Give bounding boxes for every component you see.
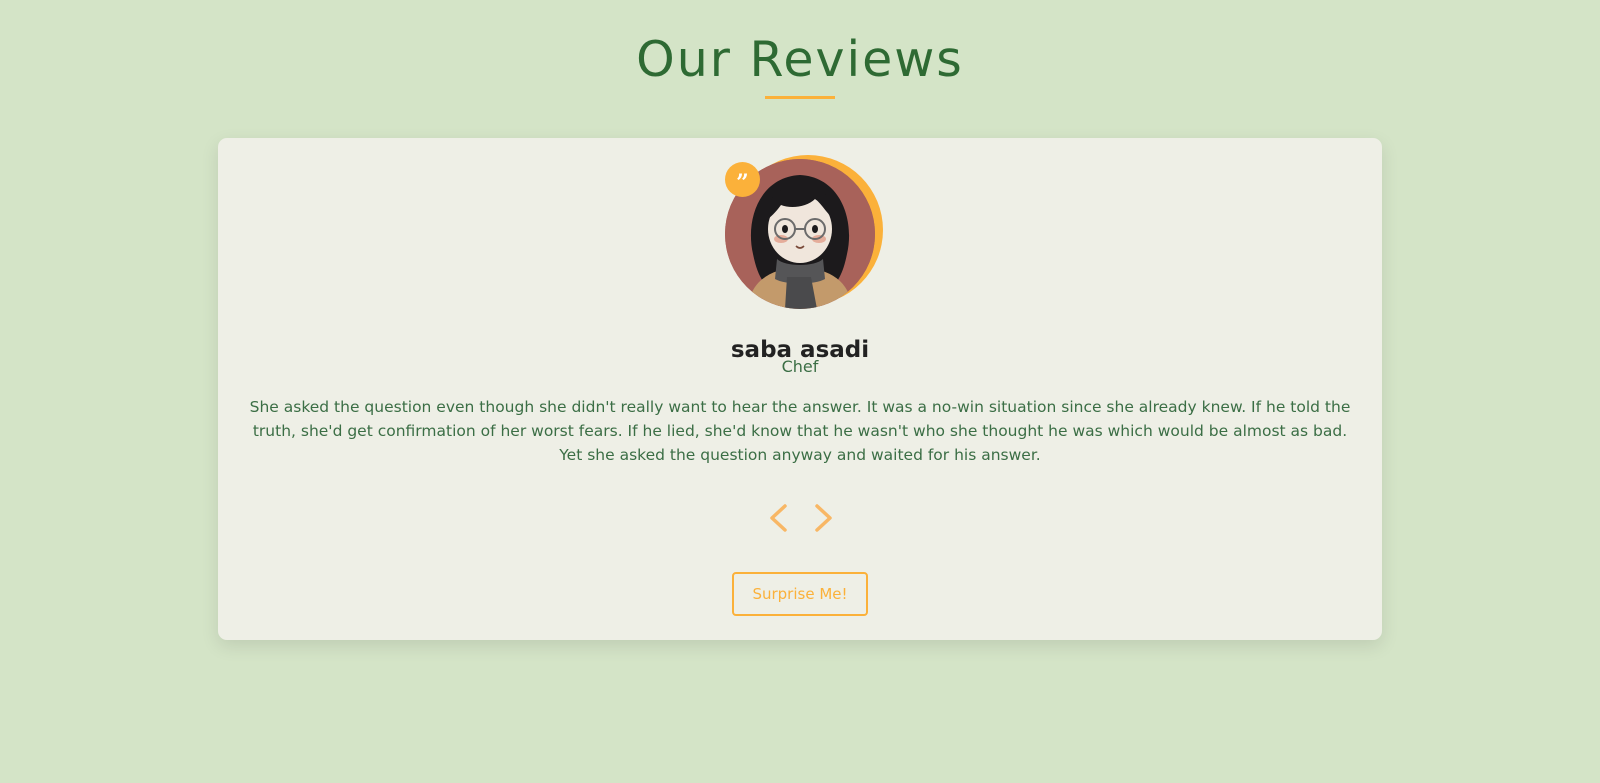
avatar-container: ” xyxy=(725,155,885,310)
review-text: She asked the question even though she d… xyxy=(249,398,1351,464)
next-button[interactable] xyxy=(810,503,836,533)
review-navigation xyxy=(766,503,842,533)
chevron-left-icon xyxy=(770,504,787,532)
review-card: ” saba asadi Chef She asked the question… xyxy=(218,138,1382,640)
reviewer-job: Chef xyxy=(781,357,819,376)
surprise-me-button[interactable]: Surprise Me! xyxy=(732,572,868,616)
prev-button[interactable] xyxy=(766,503,792,533)
chevron-right-icon xyxy=(815,504,832,532)
title-underline xyxy=(765,96,835,99)
page-title: Our Reviews xyxy=(636,31,964,88)
page-header: Our Reviews xyxy=(0,30,1600,99)
quote-icon: ” xyxy=(725,162,760,197)
